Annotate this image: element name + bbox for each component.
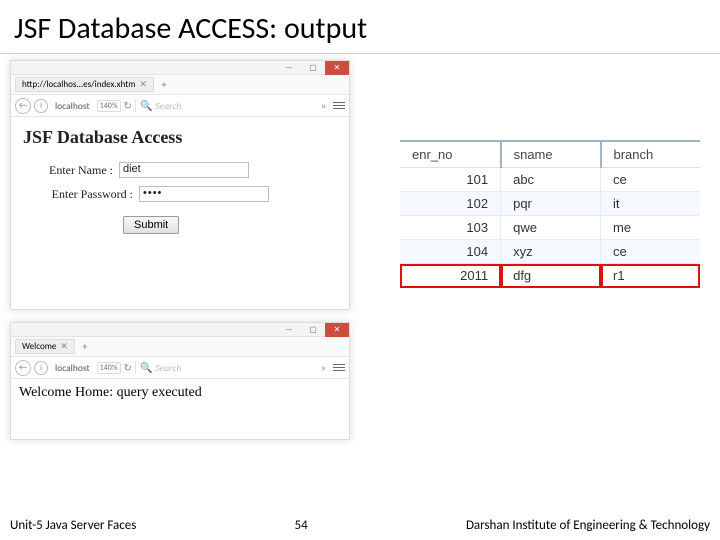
hamburger-menu-icon[interactable] [333, 102, 345, 110]
info-icon[interactable]: i [34, 99, 48, 113]
zoom-level[interactable]: 140% [97, 100, 121, 112]
search-icon: 🔍 [140, 99, 152, 112]
slide-footer: Unit-5 Java Server Faces 54 Darshan Inst… [0, 515, 720, 536]
search-icon: 🔍 [140, 361, 152, 374]
password-input[interactable]: •••• [139, 186, 269, 202]
new-tab-button[interactable]: + [158, 79, 170, 91]
name-label: Enter Name : [23, 163, 113, 178]
col-branch: branch [601, 141, 701, 168]
footer-left: Unit-5 Java Server Faces [10, 518, 136, 533]
info-icon[interactable]: i [34, 361, 48, 375]
table-row: 102pqrit [400, 192, 700, 216]
new-tab-button[interactable]: + [79, 341, 91, 353]
tabs-row: http://localhos...es/index.xhtm ✕ + [11, 75, 349, 95]
table-row: 103qweme [400, 216, 700, 240]
url-display[interactable]: localhost [51, 99, 94, 113]
db-result-table: enr_no sname branch 101abcce 102pqrit 10… [400, 140, 700, 288]
browser-tab[interactable]: http://localhos...es/index.xhtm ✕ [15, 77, 154, 92]
footer-pagenum: 54 [295, 518, 308, 533]
maximize-button[interactable]: ▢ [301, 61, 325, 75]
browser-window-form: — ▢ ✕ http://localhos...es/index.xhtm ✕ … [10, 60, 350, 310]
submit-button[interactable]: Submit [123, 216, 179, 234]
browser-window-result: — ▢ ✕ Welcome ✕ + ← i localhost 140% ↻ 🔍… [10, 322, 350, 440]
tab-label: http://localhos...es/index.xhtm [22, 79, 135, 90]
minimize-button[interactable]: — [277, 61, 301, 75]
back-button[interactable]: ← [15, 360, 31, 376]
reload-button[interactable]: ↻ [124, 99, 132, 112]
col-enrno: enr_no [400, 141, 501, 168]
overflow-button[interactable]: » [321, 361, 326, 374]
window-titlebar: — ▢ ✕ [11, 323, 349, 337]
url-display[interactable]: localhost [51, 361, 94, 375]
col-sname: sname [501, 141, 601, 168]
reload-button[interactable]: ↻ [124, 361, 132, 374]
tabs-row: Welcome ✕ + [11, 337, 349, 357]
table-row: 104xyzce [400, 240, 700, 264]
window-titlebar: — ▢ ✕ [11, 61, 349, 75]
name-input[interactable]: diet [119, 162, 249, 178]
search-placeholder[interactable]: Search [155, 100, 181, 112]
divider [0, 53, 720, 54]
page-heading: JSF Database Access [23, 127, 337, 148]
table-row-highlighted: 2011dfgr1 [400, 264, 700, 288]
table-header-row: enr_no sname branch [400, 141, 700, 168]
close-button[interactable]: ✕ [325, 61, 349, 75]
result-text: Welcome Home: query executed [11, 379, 349, 407]
close-icon[interactable]: ✕ [60, 341, 68, 352]
close-button[interactable]: ✕ [325, 323, 349, 337]
overflow-button[interactable]: » [321, 99, 326, 112]
back-button[interactable]: ← [15, 98, 31, 114]
page-content: JSF Database Access Enter Name : diet En… [11, 117, 349, 252]
maximize-button[interactable]: ▢ [301, 323, 325, 337]
table-row: 101abcce [400, 168, 700, 192]
close-icon[interactable]: ✕ [139, 79, 147, 90]
nav-toolbar: ← i localhost 140% ↻ 🔍 Search » [11, 95, 349, 117]
tab-label: Welcome [22, 341, 56, 352]
minimize-button[interactable]: — [277, 323, 301, 337]
search-placeholder[interactable]: Search [155, 362, 181, 374]
zoom-level[interactable]: 140% [97, 362, 121, 374]
browser-tab[interactable]: Welcome ✕ [15, 339, 75, 354]
slide-title: JSF Database ACCESS: output [0, 0, 720, 53]
footer-right: Darshan Institute of Engineering & Techn… [466, 518, 710, 533]
hamburger-menu-icon[interactable] [333, 364, 345, 372]
password-label: Enter Password : [23, 187, 133, 202]
nav-toolbar: ← i localhost 140% ↻ 🔍 Search » [11, 357, 349, 379]
